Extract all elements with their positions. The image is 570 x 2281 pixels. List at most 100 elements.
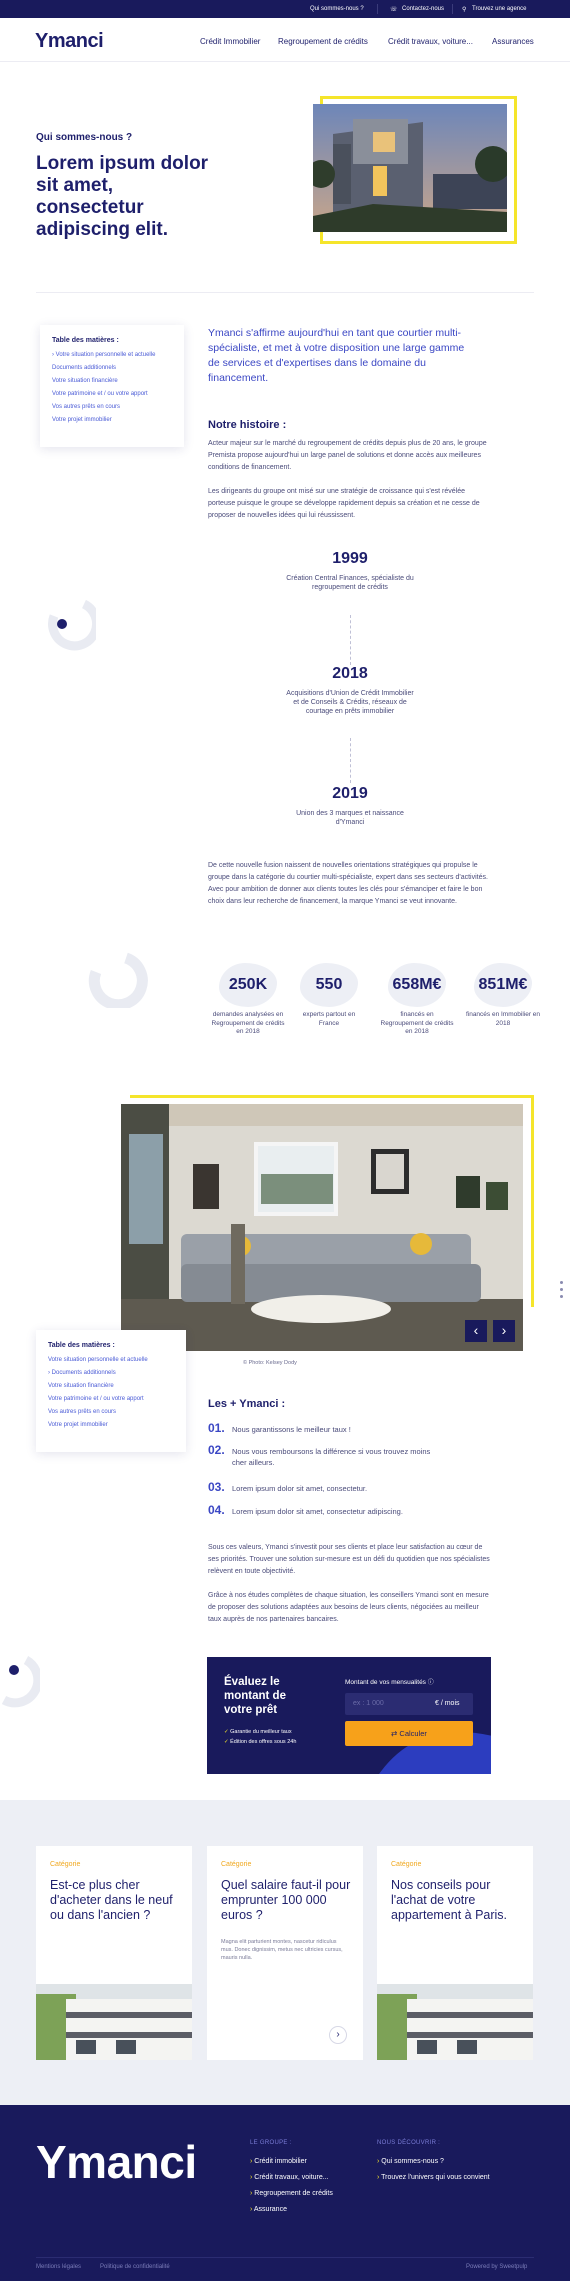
article-card[interactable]: Catégorie Est-ce plus cher d'acheter dan… bbox=[36, 1846, 192, 2060]
toc-item[interactable]: Documents additionnels bbox=[52, 365, 172, 371]
article-category: Catégorie bbox=[391, 1861, 422, 1868]
footer-link[interactable]: › Regroupement de crédits bbox=[250, 2190, 333, 2197]
plus-text: Nous garantissons le meilleur taux ! bbox=[232, 1425, 351, 1434]
site-footer: Ymanci LE GROUPE : › Crédit immobilier ›… bbox=[0, 2105, 570, 2281]
monthly-amount-input[interactable]: ex : 1 000 € / mois bbox=[345, 1693, 473, 1715]
footer-col-title: LE GROUPE : bbox=[250, 2140, 292, 2146]
toc-item[interactable]: Votre situation financière bbox=[48, 1383, 174, 1389]
timeline-connector bbox=[350, 615, 351, 665]
table-of-contents: Table des matières : Votre situation per… bbox=[36, 1330, 186, 1452]
toc-item[interactable]: Votre projet immobilier bbox=[52, 417, 172, 423]
timeline-item: 2019 Union des 3 marques et naissance d'… bbox=[285, 785, 415, 827]
stat-label: demandes analysées en Regroupement de cr… bbox=[211, 1011, 285, 1035]
toc-item[interactable]: Votre situation financière bbox=[52, 378, 172, 384]
plus-text: Lorem ipsum dolor sit amet, consectetur … bbox=[232, 1507, 403, 1516]
arrow-right-icon[interactable]: › bbox=[329, 2026, 347, 2044]
nav-assurances[interactable]: Assurances bbox=[492, 37, 534, 46]
decor-circle bbox=[88, 952, 148, 1008]
scroll-dot bbox=[560, 1281, 563, 1284]
article-title: Quel salaire faut-il pour emprunter 100 … bbox=[221, 1878, 351, 1922]
legal-link[interactable]: Mentions légales bbox=[36, 2264, 81, 2270]
stat-label: financés en Regroupement de crédits en 2… bbox=[380, 1011, 454, 1035]
plus-paragraph: Grâce à nos études complètes de chaque s… bbox=[208, 1592, 489, 1623]
nav-credit-immobilier[interactable]: Crédit Immobilier bbox=[200, 37, 260, 46]
stat-label: experts partout en France bbox=[302, 1011, 356, 1027]
footer-link[interactable]: › Crédit immobilier bbox=[250, 2158, 307, 2165]
stat-card: 550 experts partout en France bbox=[294, 963, 364, 1028]
table-of-contents: Table des matières : › Votre situation p… bbox=[40, 325, 184, 447]
plus-number: 03. bbox=[208, 1480, 225, 1494]
info-icon: ⓘ bbox=[427, 1680, 434, 1686]
simulator-field-label: Montant de vos mensualités ⓘ bbox=[345, 1679, 434, 1686]
nav-regroupement[interactable]: Regroupement de crédits bbox=[278, 37, 368, 46]
history-paragraph: Les dirigeants du groupe ont misé sur un… bbox=[208, 488, 480, 519]
timeline-item: 2018 Acquisitions d'Union de Crédit Immo… bbox=[285, 665, 415, 716]
top-bar: Qui sommes-nous ? ☏ Contactez-nous ⚲ Tro… bbox=[0, 0, 570, 18]
toc-item[interactable]: Votre projet immobilier bbox=[48, 1422, 174, 1428]
hero-house-photo bbox=[313, 104, 507, 232]
footer-logo[interactable]: Ymanci bbox=[36, 2135, 197, 2189]
privacy-link[interactable]: Politique de confidentialité bbox=[100, 2264, 170, 2270]
toc-item[interactable]: Vos autres prêts en cours bbox=[52, 404, 172, 410]
timeline-year: 2019 bbox=[332, 785, 368, 802]
article-title: Est-ce plus cher d'acheter dans le neuf … bbox=[50, 1878, 173, 1922]
toc-item[interactable]: Votre patrimoine et / ou votre apport bbox=[48, 1396, 174, 1402]
timeline-desc: Création Central Finances, spécialiste d… bbox=[286, 575, 414, 591]
gallery-next-button[interactable]: › bbox=[493, 1320, 515, 1342]
stat-label: financés en Immobilier en 2018 bbox=[465, 1011, 541, 1027]
stat-card: 250K demandes analysées en Regroupement … bbox=[208, 963, 288, 1037]
stat-value: 250K bbox=[219, 963, 277, 1007]
nav-credit-travaux[interactable]: Crédit travaux, voiture... bbox=[388, 37, 473, 46]
toc-item[interactable]: Votre patrimoine et / ou votre apport bbox=[52, 391, 172, 397]
footer-link[interactable]: › Trouvez l'univers qui vous convient bbox=[377, 2174, 490, 2181]
scroll-dot bbox=[560, 1288, 563, 1291]
site-header: Ymanci Crédit Immobilier Regroupement de… bbox=[0, 18, 570, 62]
location-icon: ⚲ bbox=[462, 7, 467, 13]
divider bbox=[36, 2257, 534, 2258]
photo-caption: © Photo: Kelsey Dody bbox=[243, 1360, 297, 1366]
decor-swirl bbox=[1, 1656, 40, 1708]
intro-lead: Ymanci s'affirme aujourd'hui en tant que… bbox=[208, 327, 465, 384]
simulator-title: Évaluez le montant de votre prêt bbox=[224, 1676, 286, 1716]
toc-title: Table des matières : bbox=[52, 337, 119, 344]
powered-by[interactable]: Powered by Sweetpulp bbox=[466, 2264, 527, 2270]
gallery-prev-button[interactable]: ‹ bbox=[465, 1320, 487, 1342]
stat-card: 658M€ financés en Regroupement de crédit… bbox=[378, 963, 456, 1037]
timeline-desc: Union des 3 marques et naissance d'Ymanc… bbox=[296, 810, 404, 826]
about-link[interactable]: Qui sommes-nous ? bbox=[310, 6, 364, 12]
divider bbox=[36, 292, 534, 293]
fusion-paragraph: De cette nouvelle fusion naissent de nou… bbox=[208, 862, 488, 905]
contact-link[interactable]: Contactez-nous bbox=[402, 6, 444, 12]
article-category: Catégorie bbox=[50, 1861, 81, 1868]
footer-link[interactable]: › Qui sommes-nous ? bbox=[377, 2158, 444, 2165]
calculate-button[interactable]: ⇄ Calculer bbox=[345, 1721, 473, 1746]
phone-icon: ☏ bbox=[390, 7, 398, 13]
article-card[interactable]: Catégorie Quel salaire faut-il pour empr… bbox=[207, 1846, 363, 2060]
divider bbox=[452, 4, 453, 14]
plus-text: Nous vous remboursons la différence si v… bbox=[232, 1447, 431, 1467]
agency-link[interactable]: Trouvez une agence bbox=[472, 6, 526, 12]
page-title: Lorem ipsum dolor sit amet, consectetur … bbox=[36, 153, 209, 240]
article-excerpt: Magna elit parturient montes, nascetur r… bbox=[221, 1939, 343, 1961]
article-image bbox=[377, 1984, 533, 2060]
toc-item[interactable]: › Votre situation personnelle et actuell… bbox=[52, 352, 172, 358]
footer-link[interactable]: › Crédit travaux, voiture... bbox=[250, 2174, 329, 2181]
simulator-check: ✓ Garantie du meilleur taux bbox=[224, 1729, 292, 1735]
gallery-living-room-photo bbox=[121, 1104, 523, 1351]
toc-item[interactable]: Votre situation personnelle et actuelle bbox=[48, 1357, 174, 1363]
decor-swirl bbox=[48, 599, 96, 651]
article-card[interactable]: Catégorie Nos conseils pour l'achat de v… bbox=[377, 1846, 533, 2060]
scroll-dot bbox=[560, 1295, 563, 1298]
logo[interactable]: Ymanci bbox=[35, 30, 104, 53]
article-title: Nos conseils pour l'achat de votre appar… bbox=[391, 1878, 508, 1922]
toc-item[interactable]: Vos autres prêts en cours bbox=[48, 1409, 174, 1415]
footer-link[interactable]: › Assurance bbox=[250, 2206, 287, 2213]
toc-item[interactable]: › Documents additionnels bbox=[48, 1370, 174, 1376]
stat-value: 550 bbox=[300, 963, 358, 1007]
timeline-connector bbox=[350, 738, 351, 783]
plus-number: 04. bbox=[208, 1503, 225, 1517]
divider bbox=[377, 4, 378, 14]
plus-number: 02. bbox=[208, 1443, 225, 1457]
plus-number: 01. bbox=[208, 1421, 225, 1435]
timeline-item: 1999 Création Central Finances, spéciali… bbox=[285, 550, 415, 592]
